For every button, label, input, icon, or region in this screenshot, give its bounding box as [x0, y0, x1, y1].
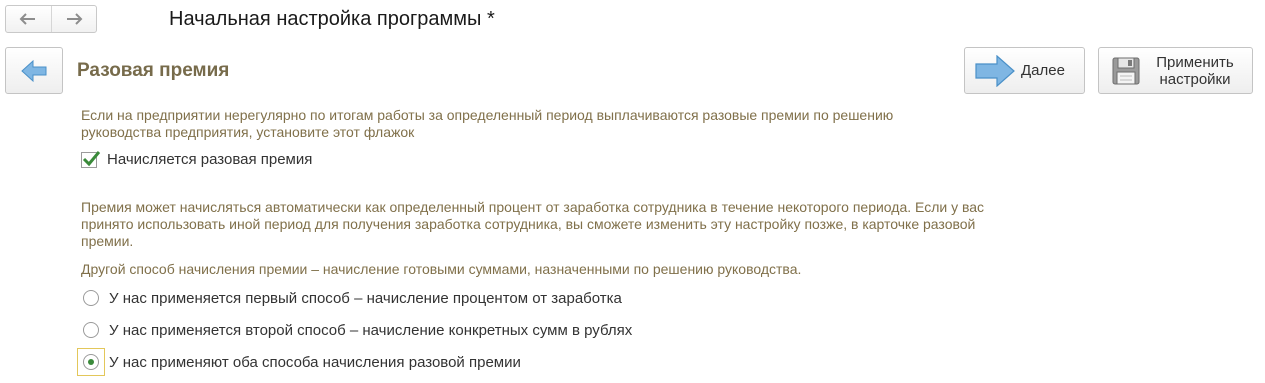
radio-wrap — [81, 320, 101, 340]
back-button[interactable] — [5, 47, 63, 94]
next-button[interactable]: Далее — [964, 47, 1085, 94]
radio-option-percent[interactable]: У нас применяется первый способ – начисл… — [81, 288, 622, 308]
history-navigation — [5, 5, 97, 33]
window-title: Начальная настройка программы * — [169, 8, 495, 30]
arrow-right-icon — [66, 13, 83, 25]
history-forward-button[interactable] — [50, 6, 97, 32]
radio-option-label: У нас применяется первый способ – начисл… — [109, 289, 622, 307]
one-time-bonus-checkbox-row[interactable]: Начисляется разовая премия — [81, 150, 313, 168]
one-time-bonus-checkbox-label: Начисляется разовая премия — [107, 151, 313, 168]
checkmark-icon — [82, 150, 101, 166]
radio-wrap — [81, 288, 101, 308]
arrow-left-icon — [21, 59, 47, 82]
arrow-left-icon — [19, 13, 36, 25]
apply-label-line-1: Применить — [1156, 53, 1234, 71]
hint-text-other-method: Другой способ начисления премии – начисл… — [81, 261, 802, 277]
floppy-disk-icon — [1112, 57, 1140, 84]
apply-settings-button[interactable]: Применить настройки — [1098, 47, 1253, 94]
radio-wrap-focused — [77, 348, 105, 376]
hint-text-one-time-bonus: Если на предприятии нерегулярно по итога… — [81, 107, 894, 140]
radio-button[interactable] — [83, 290, 99, 306]
next-button-label: Далее — [1021, 62, 1065, 79]
one-time-bonus-checkbox[interactable] — [81, 150, 101, 168]
apply-settings-label: Применить настройки — [1150, 54, 1240, 88]
radio-selected-dot — [88, 359, 94, 365]
history-back-button[interactable] — [6, 6, 51, 32]
radio-option-fixed-amount[interactable]: У нас применяется второй способ – начисл… — [81, 320, 632, 340]
section-title: Разовая премия — [77, 60, 230, 81]
settings-page: Начальная настройка программы * Разовая … — [0, 0, 1265, 383]
arrow-right-icon — [975, 54, 1015, 87]
radio-option-both-methods[interactable]: У нас применяют оба способа начисления р… — [77, 348, 521, 376]
apply-label-line-2: настройки — [1159, 70, 1231, 88]
radio-button-selected[interactable] — [83, 354, 99, 370]
radio-option-label: У нас применяют оба способа начисления р… — [109, 353, 521, 371]
hint-text-calculation-period: Премия может начисляться автоматически к… — [81, 199, 985, 249]
radio-button[interactable] — [83, 322, 99, 338]
radio-option-label: У нас применяется второй способ – начисл… — [109, 321, 633, 339]
